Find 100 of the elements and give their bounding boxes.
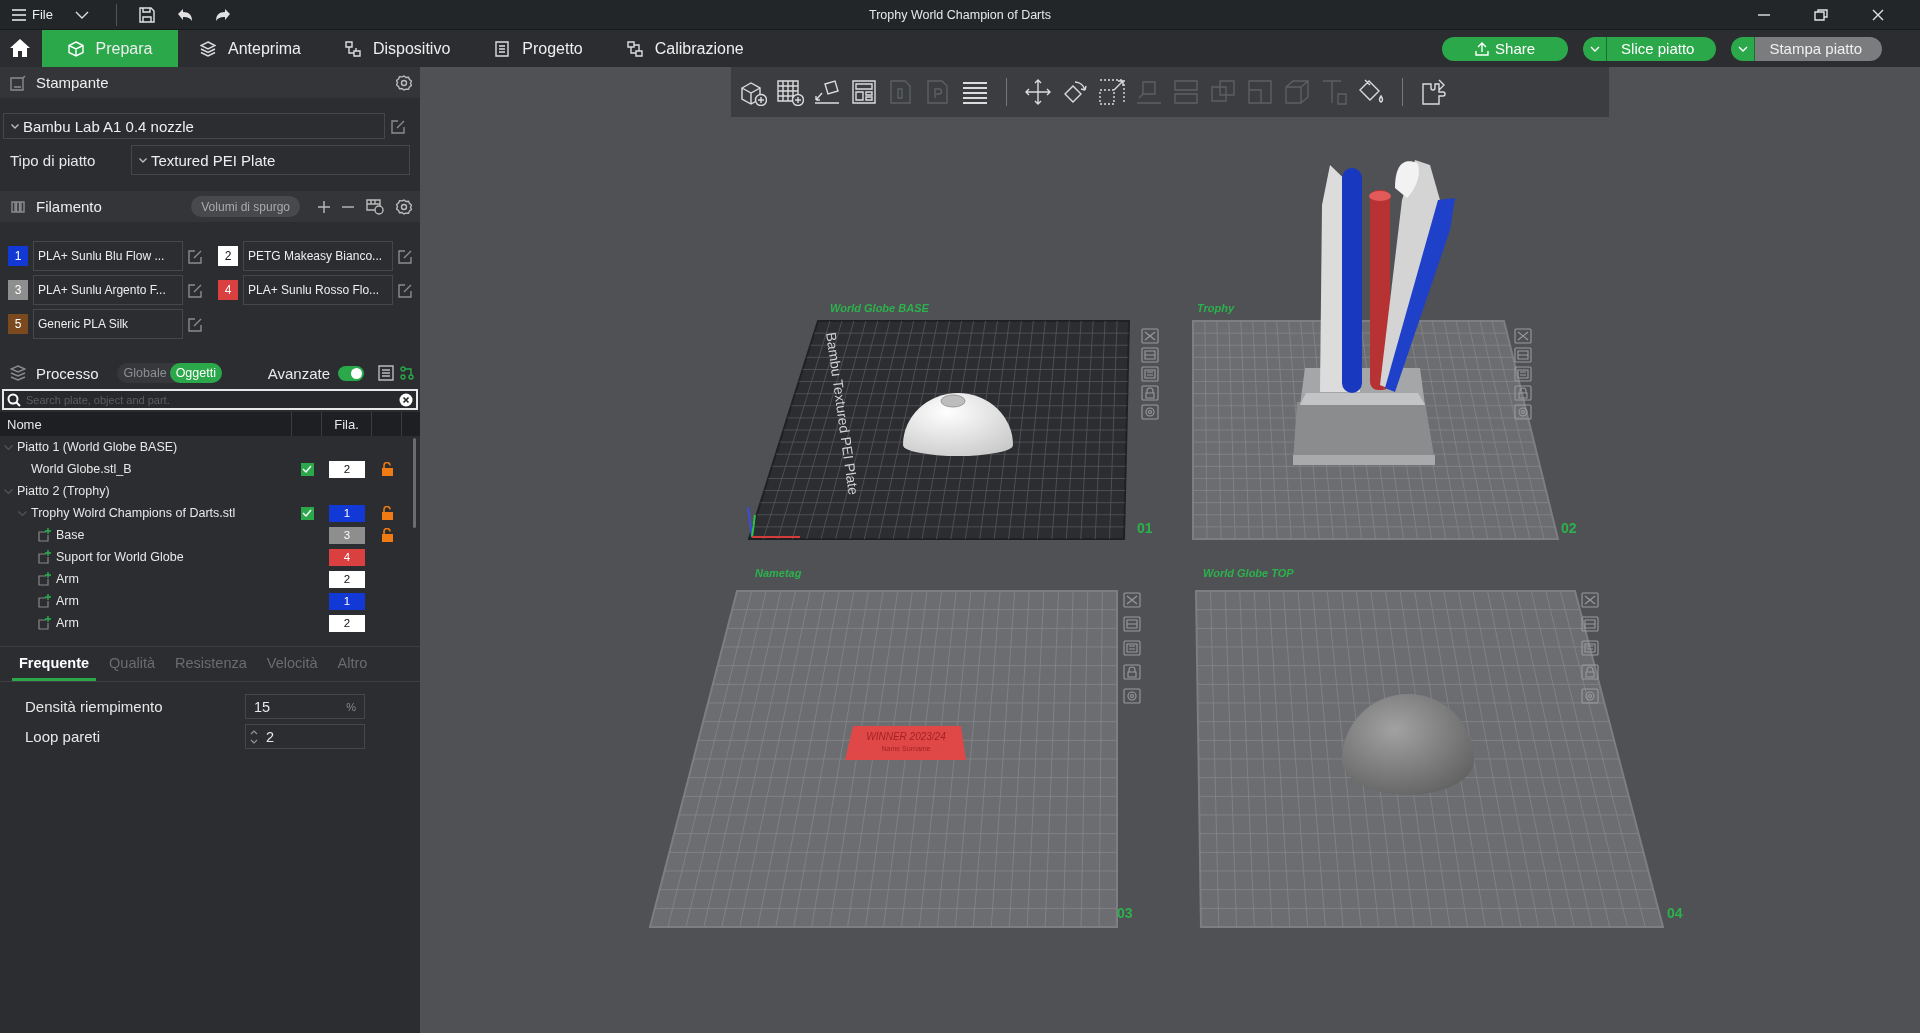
dropdown-button[interactable] xyxy=(1731,36,1756,61)
file-menu[interactable]: File xyxy=(12,7,53,22)
orient-icon[interactable] xyxy=(1123,640,1141,656)
grid-add-icon[interactable] xyxy=(776,78,804,106)
nav-tab[interactable]: Progetto xyxy=(472,30,605,67)
tab-icon xyxy=(344,40,361,57)
caret-icon xyxy=(1737,45,1748,52)
orient-icon[interactable] xyxy=(1141,366,1159,382)
filament-dropdown[interactable]: PLA+ Sunlu Blu Flow ... xyxy=(33,241,183,271)
tree-row[interactable]: World Globe.stl_B 2 xyxy=(0,458,405,480)
move-icon[interactable] xyxy=(1024,78,1052,106)
column-header[interactable]: Fila. xyxy=(322,412,372,436)
dropdown-button[interactable] xyxy=(1583,36,1608,61)
nav-tab[interactable]: Calibrazione xyxy=(604,30,766,67)
filament-dropdown[interactable]: PLA+ Sunlu Rosso Flo... xyxy=(243,275,393,305)
lock-icon[interactable] xyxy=(1123,664,1141,680)
advanced-toggle[interactable] xyxy=(338,365,364,381)
number-field[interactable]: 2 xyxy=(245,724,365,749)
tree-label: Suport for World Globe xyxy=(56,550,184,564)
add-icon[interactable] xyxy=(318,200,330,213)
tree-row[interactable]: Base 3 xyxy=(0,524,405,546)
orient-icon[interactable] xyxy=(1581,640,1599,656)
tree-row[interactable]: Suport for World Globe 4 xyxy=(0,546,405,568)
printer-dropdown[interactable]: Bambu Lab A1 0.4 nozzle xyxy=(3,113,385,139)
puzzle-icon[interactable] xyxy=(1420,78,1448,106)
tree-label: Piatto 1 (World Globe BASE) xyxy=(17,440,178,454)
filament-swatch[interactable]: 5 xyxy=(8,314,28,334)
filament-badge[interactable]: 1 xyxy=(329,504,365,522)
unlock-icon[interactable] xyxy=(381,528,393,542)
filament-badge[interactable]: 4 xyxy=(329,548,365,566)
part-icon xyxy=(38,616,52,630)
lock-icon[interactable] xyxy=(1141,385,1159,401)
edit-icon[interactable] xyxy=(188,282,203,298)
nametag-text: WINNER 2023/24 xyxy=(866,731,946,742)
arrange-icon[interactable] xyxy=(850,78,878,106)
filament-swatch[interactable]: 1 xyxy=(8,246,28,266)
filament-dropdown[interactable]: Generic PLA Silk xyxy=(33,309,183,339)
filament-swatch[interactable]: 2 xyxy=(218,246,238,266)
plate-type-dropdown[interactable]: Textured PEI Plate xyxy=(131,145,410,175)
restore-icon[interactable] xyxy=(1814,8,1828,21)
tab-icon xyxy=(494,40,511,57)
nav-tab[interactable]: Anteprima xyxy=(178,30,323,67)
edit-icon[interactable] xyxy=(398,282,413,298)
nav-tab[interactable]: Dispositivo xyxy=(322,30,473,67)
purge-button[interactable]: Volumi di spurgo xyxy=(191,196,300,217)
edit-icon[interactable] xyxy=(188,248,203,264)
tree-row[interactable]: Arm 2 xyxy=(0,612,405,634)
scale-icon[interactable] xyxy=(1098,78,1126,106)
clear-icon[interactable] xyxy=(399,392,413,407)
build-plate[interactable] xyxy=(747,320,1131,540)
lock-icon[interactable] xyxy=(1514,385,1532,401)
filament-badge[interactable]: 2 xyxy=(329,614,365,632)
save-icon[interactable] xyxy=(138,6,155,23)
tree-label: World Globe.stl_B xyxy=(31,462,132,476)
check-icon xyxy=(302,509,312,517)
mode-option[interactable]: Globale xyxy=(120,363,170,383)
tree-row[interactable]: Arm 2 xyxy=(0,568,405,590)
setting-label: Loop pareti xyxy=(25,728,102,745)
spinner-icon[interactable] xyxy=(250,729,258,744)
caret-icon[interactable] xyxy=(74,10,89,19)
checkbox[interactable] xyxy=(300,506,314,520)
settings-tab[interactable]: Frequente xyxy=(12,647,97,681)
filament-badge[interactable]: 1 xyxy=(329,592,365,610)
orient-icon[interactable] xyxy=(1514,366,1532,382)
tree-label: Arm xyxy=(56,572,79,586)
scrollbar[interactable] xyxy=(413,438,416,528)
filament-dropdown[interactable]: PLA+ Sunlu Argento F... xyxy=(33,275,183,305)
nodes-icon[interactable] xyxy=(400,366,414,380)
section-title: Stampante xyxy=(36,74,109,91)
advanced-label: Avanzate xyxy=(267,364,330,382)
tree-row[interactable]: Trophy Wolrd Champions of Darts.stl 1 xyxy=(0,502,405,524)
dome-model[interactable] xyxy=(903,393,1013,456)
plate-number: 03 xyxy=(1117,905,1133,921)
eye-icon[interactable] xyxy=(1123,688,1141,704)
list-icon[interactable] xyxy=(378,365,394,381)
unlock-icon[interactable] xyxy=(381,506,393,520)
filament-dropdown[interactable]: PETG Makeasy Bianco... xyxy=(243,241,393,271)
auto-orient-icon[interactable] xyxy=(813,78,841,106)
checkbox[interactable] xyxy=(300,462,314,476)
tree-row[interactable]: Arm 1 xyxy=(0,590,405,612)
column-header[interactable]: Nome xyxy=(0,412,292,436)
edit-icon[interactable] xyxy=(391,118,406,134)
filament-swatch[interactable]: 4 xyxy=(218,280,238,300)
filament-badge[interactable]: 2 xyxy=(329,570,365,588)
settings-icon[interactable] xyxy=(396,74,412,91)
eye-icon[interactable] xyxy=(1141,404,1159,420)
trophy-model[interactable] xyxy=(1293,160,1455,465)
filament-badge[interactable]: 2 xyxy=(329,460,365,478)
tree-row[interactable]: Piatto 2 (Trophy) xyxy=(0,480,405,502)
eye-icon[interactable] xyxy=(1514,404,1532,420)
tree-row[interactable]: Piatto 1 (World Globe BASE) xyxy=(0,436,405,458)
number-field[interactable]: 15 % xyxy=(245,694,365,719)
home-icon[interactable] xyxy=(10,39,30,57)
unlock-icon[interactable] xyxy=(381,462,393,476)
undo-icon[interactable] xyxy=(176,7,193,22)
redo-icon[interactable] xyxy=(214,7,231,22)
settings-icon[interactable] xyxy=(396,198,412,215)
sync-icon[interactable] xyxy=(366,198,384,215)
edit-icon[interactable] xyxy=(398,248,413,264)
edit-icon[interactable] xyxy=(188,316,203,332)
